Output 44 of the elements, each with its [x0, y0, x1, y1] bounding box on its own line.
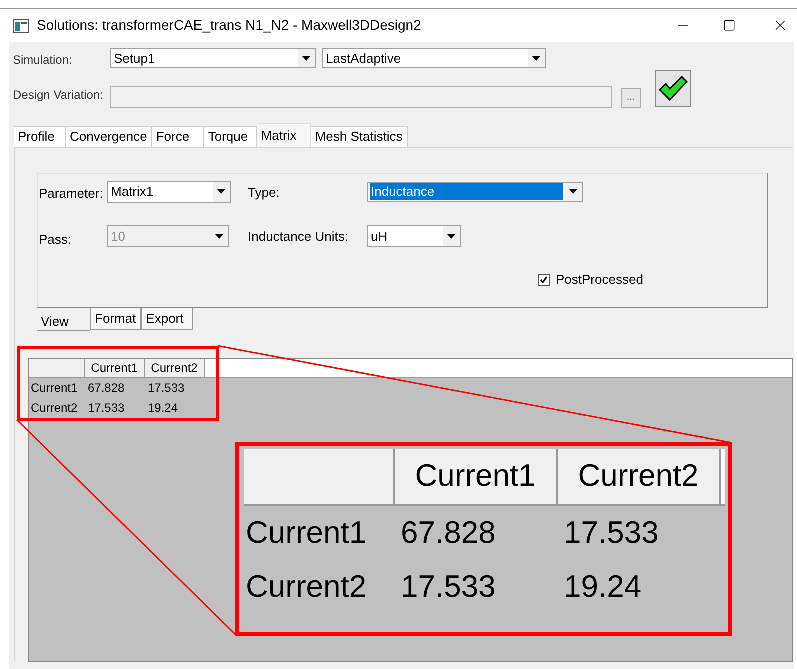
table-cell-text: 17.533 — [147, 380, 186, 397]
design-variation-label: Design Variation: — [12, 87, 104, 104]
tab[interactable]: Torque — [204, 126, 258, 147]
apply-button[interactable] — [655, 70, 691, 107]
postprocessed-label: PostProcessed — [556, 271, 644, 289]
inductance-units-label: Inductance Units: — [248, 228, 350, 246]
dropdown[interactable]: Inductance — [367, 182, 583, 202]
column-header: Current2 — [145, 359, 205, 377]
browse-button[interactable]: ... — [621, 88, 641, 108]
column-header: Current1 — [85, 359, 145, 377]
table-cell-text: 67.828 — [400, 514, 497, 552]
type-label: Type: — [248, 184, 281, 202]
row-header: Current2 — [30, 400, 79, 417]
design-variation-field[interactable] — [110, 86, 612, 108]
maximize-icon[interactable] — [723, 19, 736, 32]
dropdown[interactable]: LastAdaptive — [322, 48, 546, 68]
dropdown[interactable]: uH — [367, 225, 461, 248]
tab[interactable]: Convergence — [66, 126, 152, 147]
table-cell-text: 67.828 — [87, 380, 126, 397]
row-header: Current1 — [246, 514, 368, 552]
tab[interactable]: Mesh Statistics — [311, 126, 408, 147]
tab[interactable]: Profile — [14, 126, 66, 147]
tab[interactable]: Matrix — [257, 123, 312, 147]
table-cell-text: 17.533 — [400, 568, 497, 606]
simulation-label: Simulation: — [12, 52, 74, 69]
column-header: Current1 — [395, 449, 558, 504]
table-cell-text: 19.24 — [147, 400, 180, 417]
dropdown[interactable]: Matrix1 — [107, 180, 231, 203]
parameter-label: Parameter: — [38, 185, 104, 203]
table-cell-text: 19.24 — [563, 568, 643, 606]
table-cell-text: 17.533 — [563, 514, 660, 552]
row-header: Current2 — [246, 568, 368, 606]
checkmark-icon — [658, 76, 688, 102]
sub-tab[interactable]: Format — [90, 308, 142, 330]
pass-label: Pass: — [38, 230, 73, 248]
column-header: Current2 — [558, 449, 721, 504]
sub-tab[interactable]: Export — [141, 308, 194, 330]
window-title: Solutions: transformerCAE_trans N1_N2 - Maxwell3DDesign2 — [37, 16, 422, 35]
table-cell-text: 17.533 — [87, 400, 126, 417]
tab[interactable]: Force — [152, 126, 204, 147]
row-header: Current1 — [30, 380, 79, 397]
window-icon — [13, 18, 29, 32]
postprocessed-checkbox[interactable] — [538, 274, 550, 286]
dropdown[interactable]: Setup1 — [110, 48, 316, 68]
